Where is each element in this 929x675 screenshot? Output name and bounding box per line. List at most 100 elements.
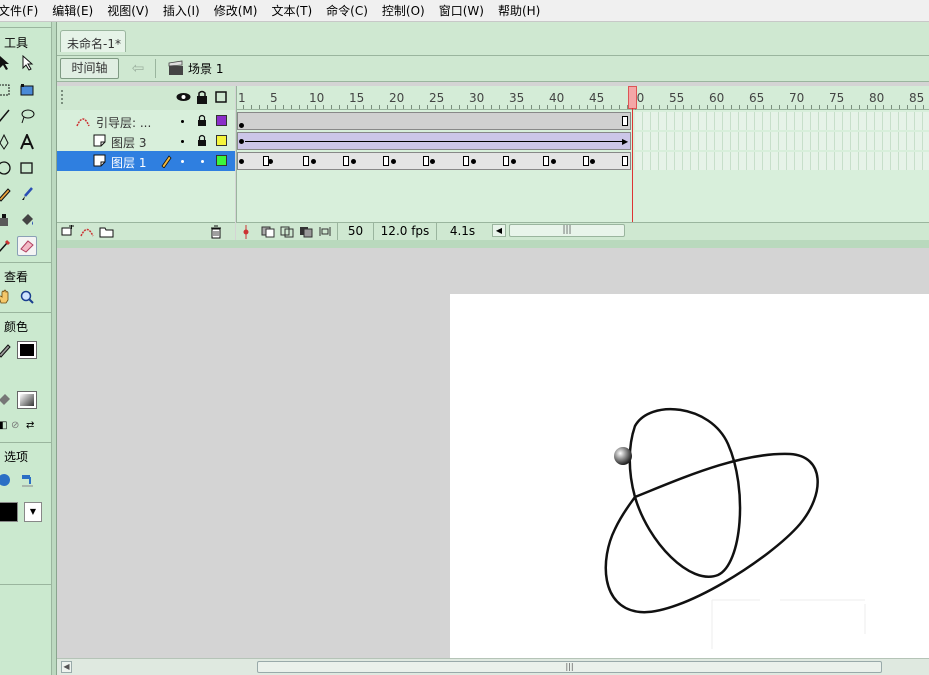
menu-control[interactable]: 控制(O) xyxy=(375,2,432,19)
stage-canvas[interactable] xyxy=(450,294,929,658)
frame-end-box[interactable] xyxy=(622,116,628,126)
frame-box[interactable] xyxy=(423,156,429,166)
keyframe-start[interactable] xyxy=(239,139,244,144)
free-transform-tool[interactable] xyxy=(0,80,14,100)
faucet-option[interactable] xyxy=(17,470,37,490)
keyframe-dot[interactable] xyxy=(391,159,396,164)
menu-file[interactable]: 文件(F) xyxy=(0,2,45,19)
frame-box[interactable] xyxy=(383,156,389,166)
insert-folder-icon[interactable] xyxy=(99,225,115,238)
keyframe-dot[interactable] xyxy=(511,159,516,164)
layer-row-guide[interactable]: 引导层: ... xyxy=(57,111,235,131)
text-tool[interactable] xyxy=(17,132,37,152)
eraser-mode-option[interactable] xyxy=(0,470,14,490)
subselection-tool[interactable] xyxy=(17,53,37,73)
menu-help[interactable]: 帮助(H) xyxy=(491,2,547,19)
empty-frames[interactable] xyxy=(635,152,929,170)
no-color-icon[interactable]: ⊘ xyxy=(11,420,23,432)
layer-outline-swatch[interactable] xyxy=(216,135,227,146)
menu-commands[interactable]: 命令(C) xyxy=(319,2,375,19)
keyframe-dot[interactable] xyxy=(551,159,556,164)
layer-outline-swatch[interactable] xyxy=(216,115,227,126)
empty-frames[interactable] xyxy=(635,132,929,150)
insert-layer-icon[interactable] xyxy=(61,225,75,238)
rectangle-tool[interactable] xyxy=(17,158,37,178)
layer-outline-swatch[interactable] xyxy=(216,155,227,166)
menu-insert[interactable]: 插入(I) xyxy=(156,2,207,19)
layer-visible-dot[interactable] xyxy=(181,140,184,143)
eye-icon[interactable] xyxy=(176,91,191,103)
add-guide-layer-icon[interactable] xyxy=(79,225,95,238)
layer-lock-dot[interactable] xyxy=(201,160,204,163)
frame-box[interactable] xyxy=(303,156,309,166)
keyframe-dot[interactable] xyxy=(590,159,595,164)
layer-visible-dot[interactable] xyxy=(181,120,184,123)
oval-tool[interactable] xyxy=(0,158,14,178)
ink-bottle-tool[interactable] xyxy=(0,210,14,230)
menu-text[interactable]: 文本(T) xyxy=(264,2,319,19)
keyframe-dot[interactable] xyxy=(311,159,316,164)
swap-colors-icon[interactable]: ⇄ xyxy=(26,420,40,432)
timeline-grip[interactable] xyxy=(61,90,65,104)
frame-rate-display[interactable]: 12.0 fps xyxy=(373,223,436,240)
edit-multiple-frames-icon[interactable] xyxy=(299,225,313,238)
fill-transform-tool[interactable] xyxy=(17,80,37,100)
hand-tool[interactable] xyxy=(0,287,14,307)
keyframe-dot[interactable] xyxy=(239,159,244,164)
menu-window[interactable]: 窗口(W) xyxy=(432,2,491,19)
frame-box[interactable] xyxy=(583,156,589,166)
keyframe-dot[interactable] xyxy=(430,159,435,164)
eraser-shape-dropdown[interactable]: ▼ xyxy=(24,502,42,522)
trash-icon[interactable] xyxy=(210,225,222,239)
stroke-color-swatch[interactable] xyxy=(17,341,37,359)
keyframe-dot[interactable] xyxy=(471,159,476,164)
empty-frames[interactable] xyxy=(635,112,929,130)
center-frame-icon[interactable] xyxy=(242,225,250,239)
arrow-tool[interactable] xyxy=(0,53,14,73)
frame-box[interactable] xyxy=(463,156,469,166)
timeline-scroll-thumb[interactable]: ||| xyxy=(509,224,625,237)
line-tool[interactable] xyxy=(0,106,14,126)
keyframe-start[interactable] xyxy=(239,123,244,128)
guide-frame-span[interactable] xyxy=(237,112,631,130)
eyedropper-tool[interactable] xyxy=(0,236,14,256)
lasso-tool[interactable] xyxy=(17,106,37,126)
layer-lock-icon[interactable] xyxy=(197,114,207,127)
layer-row-1[interactable]: 图层 1 xyxy=(57,151,235,171)
timeline-toggle-button[interactable]: 时间轴 xyxy=(60,58,119,79)
keyframe-dot[interactable] xyxy=(268,159,273,164)
menu-view[interactable]: 视图(V) xyxy=(100,2,156,19)
zoom-tool[interactable] xyxy=(17,287,37,307)
modify-onion-markers-icon[interactable] xyxy=(318,225,332,238)
onion-skin-icon[interactable] xyxy=(261,225,275,238)
pen-tool[interactable] xyxy=(0,132,14,152)
stage-scroll-thumb[interactable]: ||| xyxy=(257,661,882,673)
layer-row-3[interactable]: 图层 3 xyxy=(57,131,235,151)
layer-lock-icon[interactable] xyxy=(197,134,207,147)
animated-ball[interactable] xyxy=(614,447,632,465)
frame-box[interactable] xyxy=(543,156,549,166)
eraser-shape-swatch[interactable] xyxy=(0,502,18,522)
back-arrow-icon[interactable]: ⇦ xyxy=(128,59,148,78)
onion-outline-icon[interactable] xyxy=(280,225,294,238)
paint-bucket-tool[interactable] xyxy=(17,210,37,230)
playhead[interactable] xyxy=(628,86,637,109)
eraser-tool[interactable] xyxy=(17,236,37,256)
brush-tool[interactable] xyxy=(17,184,37,204)
document-tab[interactable]: 未命名-1* xyxy=(60,30,126,52)
lock-icon[interactable] xyxy=(196,90,208,104)
frame-box[interactable] xyxy=(622,156,628,166)
fill-color-swatch[interactable] xyxy=(17,391,37,409)
stage-scroll-left[interactable]: ◀ xyxy=(61,661,72,673)
black-white-icon[interactable]: ◧ xyxy=(0,420,8,432)
menu-edit[interactable]: 编辑(E) xyxy=(45,2,100,19)
outline-icon[interactable] xyxy=(215,91,227,103)
ruler-tick xyxy=(827,105,828,109)
layer-visible-dot[interactable] xyxy=(181,160,184,163)
frame-box[interactable] xyxy=(503,156,509,166)
timeline-scroll-left[interactable]: ◀ xyxy=(492,224,506,237)
frame-box[interactable] xyxy=(343,156,349,166)
menu-modify[interactable]: 修改(M) xyxy=(207,2,265,19)
pencil-tool[interactable] xyxy=(0,184,14,204)
keyframe-dot[interactable] xyxy=(351,159,356,164)
